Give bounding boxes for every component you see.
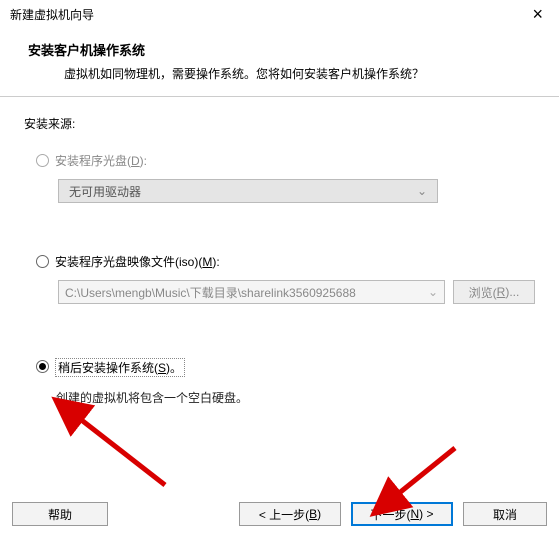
option-installer-disc: 安装程序光盘(D): — [36, 152, 535, 169]
install-later-hint: 创建的虚拟机将包含一个空白硬盘。 — [56, 389, 535, 406]
titlebar: 新建虚拟机向导 × — [0, 0, 559, 28]
option-iso[interactable]: 安装程序光盘映像文件(iso)(M): — [36, 253, 535, 270]
close-icon[interactable]: × — [524, 5, 551, 23]
iso-path-value: C:\Users\mengb\Music\下载目录\sharelink35609… — [65, 284, 356, 301]
drive-select-value: 无可用驱动器 — [69, 183, 141, 200]
option-iso-label: 安装程序光盘映像文件(iso)(M): — [55, 253, 220, 270]
source-label: 安装来源: — [24, 115, 535, 132]
option-install-later[interactable]: 稍后安装操作系统(S)。 — [36, 358, 535, 377]
radio-install-later[interactable] — [36, 360, 49, 373]
annotation-arrow — [65, 405, 185, 498]
wizard-body: 安装来源: 安装程序光盘(D): 无可用驱动器 ⌄ 安装程序光盘映像文件(iso… — [0, 97, 559, 416]
wizard-header: 安装客户机操作系统 虚拟机如同物理机，需要操作系统。您将如何安装客户机操作系统？ — [0, 28, 559, 96]
option-install-later-label: 稍后安装操作系统(S)。 — [55, 358, 185, 377]
drive-select: 无可用驱动器 ⌄ — [58, 179, 438, 203]
browse-button: 浏览(R)... — [453, 280, 535, 304]
footer: 帮助 < 上一步(B) 下一步(N) > 取消 — [0, 502, 559, 526]
option-installer-disc-label: 安装程序光盘(D): — [55, 152, 147, 169]
radio-iso[interactable] — [36, 255, 49, 268]
radio-installer-disc — [36, 154, 49, 167]
next-button[interactable]: 下一步(N) > — [351, 502, 453, 526]
iso-path-input: C:\Users\mengb\Music\下载目录\sharelink35609… — [58, 280, 445, 304]
help-button[interactable]: 帮助 — [12, 502, 108, 526]
chevron-down-icon: ⌄ — [417, 184, 427, 198]
page-description: 虚拟机如同物理机，需要操作系统。您将如何安装客户机操作系统？ — [64, 65, 541, 82]
cancel-button[interactable]: 取消 — [463, 502, 547, 526]
chevron-down-icon: ⌄ — [424, 285, 438, 299]
page-title: 安装客户机操作系统 — [28, 40, 541, 59]
window-title: 新建虚拟机向导 — [10, 6, 94, 23]
iso-row: C:\Users\mengb\Music\下载目录\sharelink35609… — [58, 280, 535, 304]
back-button[interactable]: < 上一步(B) — [239, 502, 341, 526]
